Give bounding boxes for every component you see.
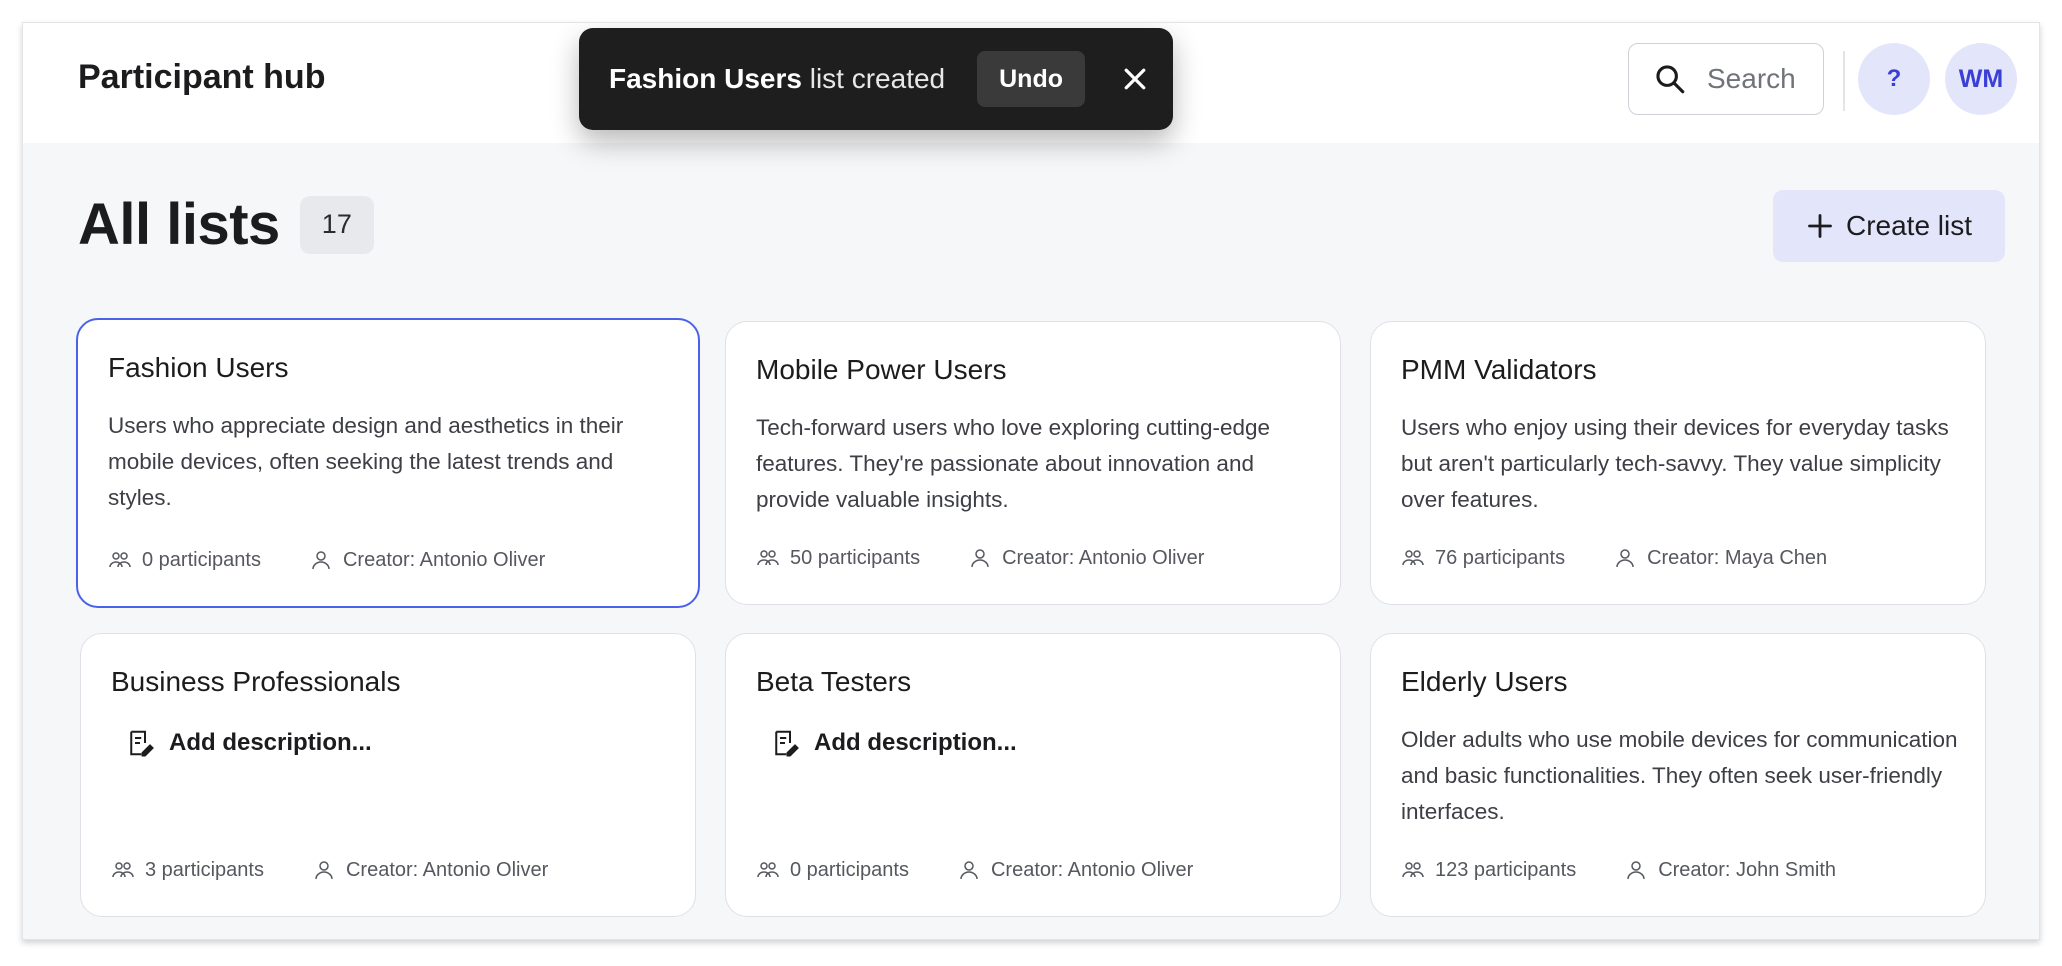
card-title: Beta Testers [756,666,912,697]
creator-name: Creator: Antonio Oliver [1002,546,1205,569]
card-description: Users who appreciate design and aestheti… [108,413,624,510]
group-icon [757,550,779,566]
creator-name: Creator: Maya Chen [1647,546,1828,569]
search-input[interactable] [1707,63,1803,95]
person-icon [312,551,330,570]
creator-name: Creator: Antonio Oliver [990,858,1194,881]
edit-note-icon [130,730,154,757]
search-icon [1656,65,1685,94]
person-icon [960,861,978,880]
card-description: Tech-forward users who love exploring cu… [756,415,1271,512]
card-description: Older adults who use mobile devices for … [1401,727,1958,824]
toast-list-name: Fashion Users [609,63,802,94]
page-heading: All lists 17 [78,191,374,258]
list-card-pmm-validators[interactable]: PMM Validators Users who enjoy using the… [1370,321,1986,605]
toast-message-text: list created [801,63,946,94]
card-meta: 123 participants Creator: John Smith [1401,858,1836,882]
search-box[interactable] [1628,43,1824,115]
creator-name: Creator: John Smith [1658,858,1837,881]
person-icon [1627,861,1645,880]
participant-count: 3 participants [145,858,264,881]
user-avatar[interactable]: WM [1945,43,2017,115]
card-meta: 0 participants Creator: Antonio Oliver [756,858,1193,882]
help-button[interactable]: ? [1858,43,1930,115]
app-title: Participant hub [78,58,326,96]
participant-count: 76 participants [1435,546,1566,569]
group-icon [109,552,131,568]
card-meta: 3 participants Creator: Antonio Oliver [111,858,548,882]
card-title: Elderly Users [1401,666,1568,697]
toast-message: Fashion Users list created [609,63,945,95]
participant-count: 0 participants [790,858,909,881]
card-meta: 0 participants Creator: Antonio Oliver [108,548,545,572]
card-meta: 50 participants Creator: Antonio Oliver [756,546,1204,570]
toast-close-button[interactable] [1117,61,1153,97]
close-icon [1124,68,1146,90]
person-icon [1616,549,1634,568]
card-description: Users who enjoy using their devices for … [1401,415,1949,512]
add-description-button[interactable]: Add description... [770,728,1017,758]
creator-name: Creator: Antonio Oliver [342,548,546,571]
page-title: All lists [78,192,280,257]
header-divider [1843,51,1845,111]
add-description-button[interactable]: Add description... [125,728,372,758]
list-card-mobile-power-users[interactable]: Mobile Power Users Tech-forward users wh… [725,321,1341,605]
card-title: Fashion Users [108,352,289,383]
participant-count: 0 participants [142,548,261,571]
toast-notification: Fashion Users list created Undo [579,28,1173,130]
group-icon [112,862,134,878]
add-description-label: Add description... [169,729,372,756]
person-icon [971,549,989,568]
card-title: PMM Validators [1401,354,1597,385]
create-list-label: Create list [1845,210,1973,241]
plus-icon [1808,214,1832,238]
list-card-business-professionals[interactable]: Business Professionals Add description..… [80,633,696,917]
create-list-button[interactable]: Create list [1773,190,2005,262]
list-card-fashion-users[interactable]: Fashion Users Users who appreciate desig… [76,318,700,608]
person-icon [315,861,333,880]
list-count-badge: 17 [299,195,374,254]
participant-count: 50 participants [790,546,921,569]
group-icon [1402,862,1424,878]
card-title: Business Professionals [111,666,401,697]
undo-button[interactable]: Undo [977,51,1085,107]
edit-note-icon [775,730,799,757]
list-card-beta-testers[interactable]: Beta Testers Add description... 0 partic… [725,633,1341,917]
creator-name: Creator: Antonio Oliver [345,858,549,881]
group-icon [757,862,779,878]
card-title: Mobile Power Users [756,354,1007,385]
group-icon [1402,550,1424,566]
card-meta: 76 participants Creator: Maya Chen [1401,546,1827,570]
app-window: Participant hub ? WM Fashion Users list … [22,22,2040,940]
list-card-elderly-users[interactable]: Elderly Users Older adults who use mobil… [1370,633,1986,917]
add-description-label: Add description... [814,729,1017,756]
participant-count: 123 participants [1435,858,1577,881]
